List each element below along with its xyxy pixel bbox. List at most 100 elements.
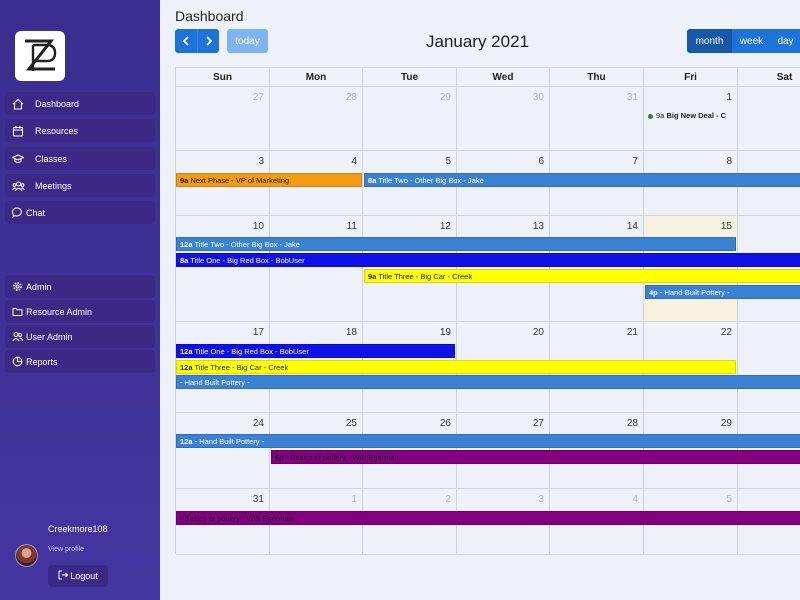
day-number[interactable]: 17 xyxy=(253,327,264,338)
day-number[interactable]: 10 xyxy=(253,221,264,232)
day-number[interactable]: 31 xyxy=(627,92,638,103)
sidebar-item-label: Resource Admin xyxy=(26,306,93,317)
event-title: Title Three - Big Car - Creek xyxy=(378,272,473,281)
event-title: Title One - Big Red Box - BobUser xyxy=(190,256,305,265)
day-number[interactable]: 18 xyxy=(346,327,357,338)
home-icon xyxy=(11,97,25,111)
sidebar-item-chat[interactable]: Chat xyxy=(5,201,155,224)
day-number[interactable]: 21 xyxy=(627,327,638,338)
next-month-button[interactable] xyxy=(197,29,219,53)
day-number[interactable]: 7 xyxy=(632,156,638,167)
day-number[interactable]: 29 xyxy=(721,418,732,429)
event-title: - Basics of pottery - Willi Egerman xyxy=(285,453,399,462)
avatar[interactable] xyxy=(15,544,38,567)
day-cell[interactable]: 29 xyxy=(363,87,457,151)
event-dot-icon xyxy=(648,113,653,119)
event-time: 9a xyxy=(368,272,377,281)
day-number[interactable]: 14 xyxy=(627,221,638,232)
day-number[interactable]: 30 xyxy=(533,92,544,103)
day-number[interactable]: 13 xyxy=(533,221,544,232)
month-calendar: Sun Mon Tue Wed Thu Fri Sat 27 28 29 30 31 1 3 4 5 6 7 8 10… xyxy=(175,67,800,555)
day-number[interactable]: 2 xyxy=(445,494,451,505)
sidebar-item-admin[interactable]: Admin xyxy=(5,275,155,298)
day-of-week-header: Sat xyxy=(738,68,800,87)
prev-month-button[interactable] xyxy=(175,29,197,53)
day-number[interactable]: 27 xyxy=(533,418,544,429)
sidebar-item-reports[interactable]: Reports xyxy=(5,350,155,373)
day-cell[interactable]: 10 xyxy=(176,216,270,322)
day-number[interactable]: 25 xyxy=(346,418,357,429)
day-number[interactable]: 4 xyxy=(632,494,638,505)
calendar-event[interactable]: 12a - Hand Built Pottery - xyxy=(176,434,800,448)
sidebar-item-meetings[interactable]: Meetings xyxy=(5,174,155,197)
today-button[interactable]: today xyxy=(227,29,268,53)
calendar-event[interactable]: 8a Title Two - Other Big Box - Jake xyxy=(364,173,800,187)
day-number[interactable]: 5 xyxy=(445,156,451,167)
sidebar-item-label: Reports xyxy=(26,356,58,367)
sidebar-item-label: Classes xyxy=(35,153,68,164)
day-of-week-header: Tue xyxy=(363,68,457,87)
day-view-button[interactable]: day xyxy=(771,29,800,53)
chat-icon xyxy=(10,206,24,220)
calendar-event[interactable]: 12a Title One - Big Red Box - BobUser xyxy=(176,344,455,358)
sidebar-item-label: User Admin xyxy=(26,331,73,342)
logout-button[interactable]: Logout xyxy=(48,565,108,587)
calendar-event[interactable]: 8a Title One - Big Red Box - BobUser xyxy=(176,253,800,267)
day-number[interactable]: 28 xyxy=(627,418,638,429)
day-number[interactable]: 28 xyxy=(346,92,357,103)
sidebar: Dashboard Resources Classes Meetings Cha… xyxy=(0,0,160,600)
day-number[interactable]: 29 xyxy=(440,92,451,103)
calendar-event[interactable]: 9a Next Phase - VP of Marketing xyxy=(176,173,362,187)
day-number[interactable]: 31 xyxy=(253,494,264,505)
day-cell[interactable]: 28 xyxy=(270,87,363,151)
sidebar-item-user-admin[interactable]: User Admin xyxy=(5,325,155,348)
day-number[interactable]: 8 xyxy=(726,156,732,167)
day-number[interactable]: 4 xyxy=(351,156,357,167)
event-title: Big New Deal - C xyxy=(666,111,727,120)
day-number[interactable]: 3 xyxy=(258,156,264,167)
day-number[interactable]: 1 xyxy=(726,92,732,103)
day-cell[interactable]: 31 xyxy=(550,87,644,151)
sidebar-item-resources[interactable]: Resources xyxy=(5,119,155,142)
sidebar-item-label: Admin xyxy=(26,281,52,292)
day-cell[interactable]: 27 xyxy=(176,87,270,151)
day-number[interactable]: 5 xyxy=(726,494,732,505)
day-cell[interactable]: 11 xyxy=(270,216,363,322)
sidebar-item-dashboard[interactable]: Dashboard xyxy=(5,92,155,115)
app-logo[interactable] xyxy=(15,31,65,81)
month-view-button[interactable]: month xyxy=(687,29,732,53)
day-number[interactable]: 15 xyxy=(721,221,732,232)
calendar-event[interactable]: 9a Big New Deal - C xyxy=(648,111,800,120)
view-profile-link[interactable]: View profile xyxy=(48,546,84,553)
day-number[interactable]: 27 xyxy=(253,92,264,103)
day-number[interactable]: 26 xyxy=(440,418,451,429)
day-number[interactable]: 3 xyxy=(538,494,544,505)
event-title: Title Two - Other Big Box - Jake xyxy=(194,240,300,249)
calendar-event[interactable]: 12a Title Three - Big Car - Creek xyxy=(176,360,736,374)
day-number[interactable]: 11 xyxy=(347,221,357,232)
week-view-button[interactable]: week xyxy=(732,29,771,53)
day-number[interactable]: 1 xyxy=(351,494,357,505)
calendar-event[interactable]: 9a Title Three - Big Car - Creek xyxy=(364,269,800,283)
day-number[interactable]: 19 xyxy=(440,327,451,338)
event-time: 8a xyxy=(180,256,189,265)
calendar-event[interactable]: 6p - Basics of pottery - Willi Egerman xyxy=(271,450,800,464)
calendar-event[interactable]: - Hand Built Pottery - xyxy=(176,375,800,389)
day-number[interactable]: 20 xyxy=(533,327,544,338)
event-time: 9a xyxy=(180,176,189,185)
calendar-event[interactable]: 4p - Hand Built Pottery - xyxy=(645,285,800,299)
day-cell[interactable]: 24 xyxy=(176,413,270,489)
day-number[interactable]: 6 xyxy=(538,156,544,167)
sidebar-item-classes[interactable]: Classes xyxy=(5,147,155,170)
event-title: Title Three - Big Car - Creek xyxy=(194,363,289,372)
day-cell[interactable] xyxy=(738,322,800,413)
day-number[interactable]: 24 xyxy=(253,418,264,429)
event-time: 8a xyxy=(368,176,377,185)
day-number[interactable]: 12 xyxy=(440,221,451,232)
calendar-event[interactable]: 12a Title Two - Other Big Box - Jake xyxy=(176,237,736,251)
day-number[interactable]: 22 xyxy=(721,327,732,338)
calendar-event[interactable]: - Basics of pottery - Willi Egerman xyxy=(176,511,800,525)
sidebar-item-resource-admin[interactable]: Resource Admin xyxy=(5,300,155,323)
day-cell[interactable]: 30 xyxy=(457,87,550,151)
event-title: - Basics of pottery - Willi Egerman xyxy=(180,514,293,523)
